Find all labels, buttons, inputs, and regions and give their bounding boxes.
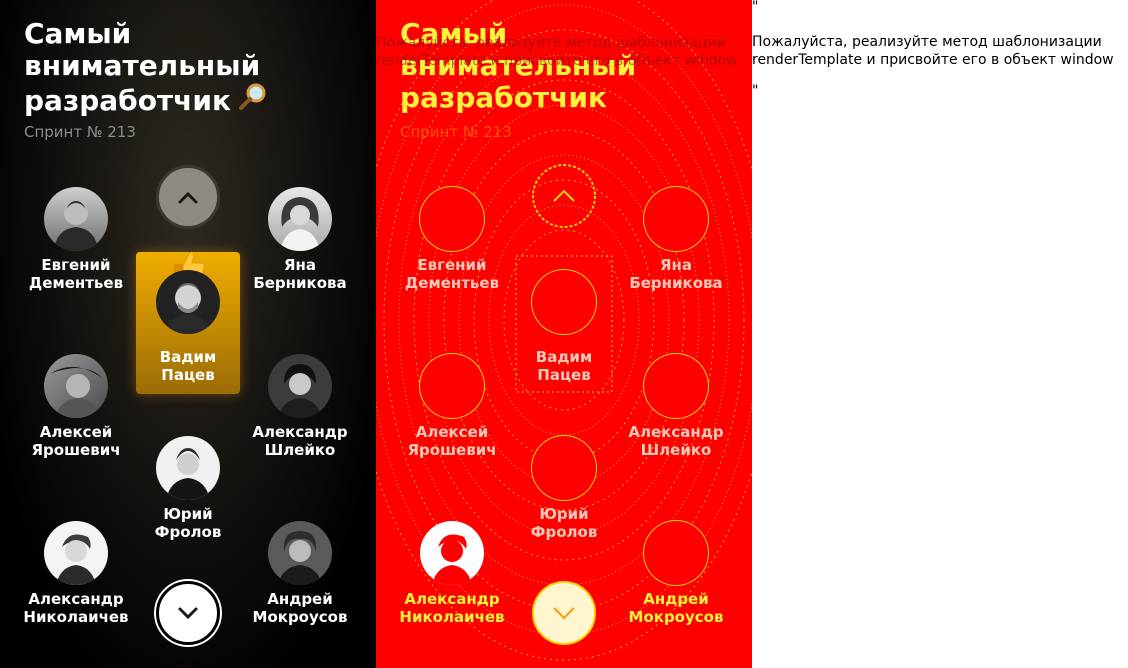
diff-person-name: Алексей Ярошевич [407, 423, 497, 459]
person-name: Александр Шлейко [252, 423, 348, 459]
person-name: Андрей Мокроусов [252, 590, 348, 626]
person-name: Александр Николаичев [23, 590, 129, 626]
person-name: Яна Берникова [253, 256, 347, 292]
diff-person: Юрий Фролов [504, 436, 624, 541]
person-name: Юрий Фролов [154, 505, 222, 541]
avatar [44, 354, 108, 418]
diff-person-name: Яна Берникова [629, 256, 723, 292]
diff-person: Александр Шлейко [616, 354, 736, 459]
avatar [44, 521, 108, 585]
diff-error-ghost: Пожалуйста, реализуйте метод шаблонизаци… [376, 35, 738, 69]
diff-sprint-label: Спринт № 213 [400, 123, 512, 141]
slide-title-text: Самый внимательный разработчик [24, 17, 261, 117]
avatar [268, 187, 332, 251]
person-card-leader[interactable]: Вадим Пацев [128, 270, 248, 384]
error-page: " Пожалуйста, реализуйте метод шаблониза… [752, 0, 1128, 668]
person-card[interactable]: Алексей Ярошевич [16, 354, 136, 459]
person-card[interactable]: Андрей Мокроусов [240, 521, 360, 626]
quote-open: " [752, 0, 759, 15]
avatar [156, 270, 220, 334]
person-card[interactable]: Яна Берникова [240, 187, 360, 292]
diff-slide: Самый внимательный разработчик Спринт № … [376, 0, 752, 668]
chevron-down-icon [178, 607, 198, 620]
avatar [44, 187, 108, 251]
chevron-up-icon [178, 191, 198, 204]
diff-person-name: Вадим Пацев [535, 348, 593, 384]
scroll-up-button[interactable] [156, 165, 220, 229]
person-card[interactable]: Юрий Фролов [128, 436, 248, 541]
person-name: Вадим Пацев [159, 348, 217, 384]
diff-person: Андрей Мокроусов [616, 521, 736, 626]
diff-person: Александр Николаичев [392, 521, 512, 626]
magnifier-icon [235, 82, 269, 119]
diff-person-name: Андрей Мокроусов [628, 590, 724, 626]
diff-person-name: Александр Николаичев [399, 590, 505, 626]
person-card[interactable]: Александр Шлейко [240, 354, 360, 459]
slide-title: Самый внимательный разработчик [24, 18, 354, 119]
diff-person: Яна Берникова [616, 187, 736, 292]
leaders-slide: Самый внимательный разработчик Спринт № … [0, 0, 376, 668]
person-name: Алексей Ярошевич [31, 423, 121, 459]
diff-person: Вадим Пацев [504, 270, 624, 384]
sprint-label: Спринт № 213 [24, 123, 136, 141]
avatar [268, 521, 332, 585]
diff-person: Евгений Дементьев [392, 187, 512, 292]
quote-close: " [752, 83, 759, 99]
person-card[interactable]: Евгений Дементьев [16, 187, 136, 292]
scroll-down-button[interactable] [156, 581, 220, 645]
avatar [156, 436, 220, 500]
person-name: Евгений Дементьев [28, 256, 124, 292]
error-message: Пожалуйста, реализуйте метод шаблонизаци… [752, 34, 1114, 68]
avatar [268, 354, 332, 418]
diff-person-name: Евгений Дементьев [404, 256, 500, 292]
diff-person-name: Александр Шлейко [628, 423, 724, 459]
diff-person: Алексей Ярошевич [392, 354, 512, 459]
diff-person-name: Юрий Фролов [530, 505, 598, 541]
person-card[interactable]: Александр Николаичев [16, 521, 136, 626]
